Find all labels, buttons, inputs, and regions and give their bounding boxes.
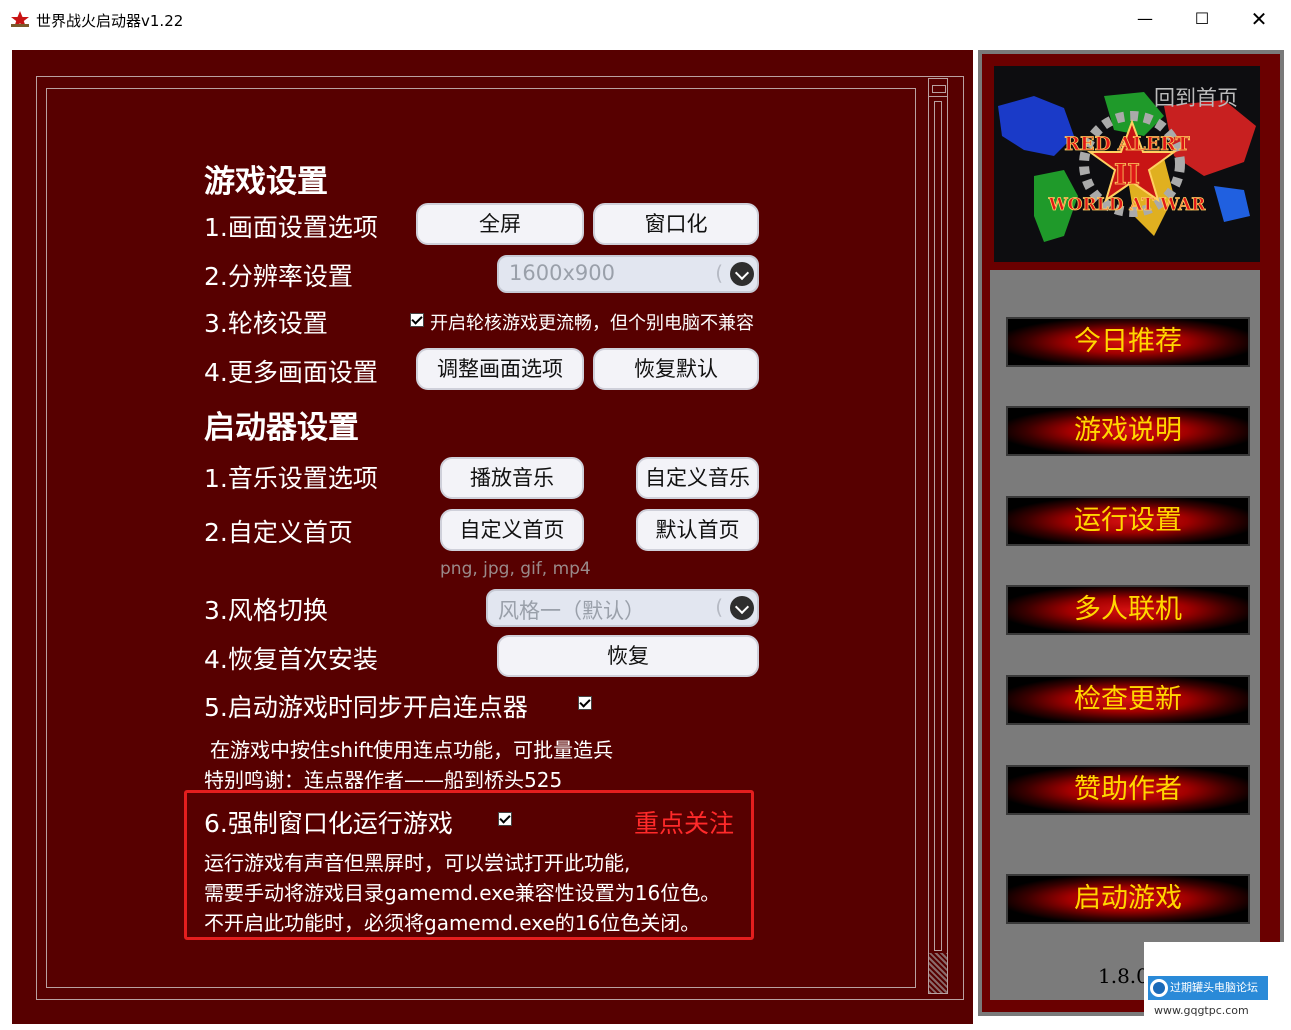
style-select[interactable]: 风格一（默认） ( [486,589,759,627]
window-title: 世界战火启动器v1.22 [36,12,184,30]
app-star-icon [11,11,29,27]
resolution-select[interactable]: 1600x900 ( [497,255,759,293]
force-window-label: 6.强制窗口化运行游戏 [204,809,453,838]
forum-logo-icon [1150,979,1168,997]
restore-default-button[interactable]: 恢复默认 [593,348,759,390]
wheel-checkbox[interactable] [410,313,424,327]
custom-music-button[interactable]: 自定义音乐 [636,457,759,499]
play-music-button[interactable]: 播放音乐 [440,457,584,499]
style-label: 3.风格切换 [204,596,328,625]
more-display-label: 4.更多画面设置 [204,358,378,387]
today-recommend-button[interactable]: 今日推荐 [1006,317,1250,367]
force-window-checkbox[interactable] [498,812,512,826]
scroll-up-button[interactable] [929,79,947,97]
force-window-desc-2: 需要手动将游戏目录gamemd.exe兼容性设置为16位色。 [204,881,721,905]
style-value: 风格一（默认） [498,599,645,623]
default-homepage-button[interactable]: 默认首页 [636,509,759,551]
chevron-down-icon[interactable] [730,262,754,286]
music-label: 1.音乐设置选项 [204,464,378,493]
autoclicker-label: 5.启动游戏时同步开启连点器 [204,693,528,722]
homepage-format-hint: png, jpg, gif, mp4 [440,559,591,579]
select-bracket: ( [715,261,723,285]
sidebar: RED ALERT II WORLD AT WAR 回到首页 今日推荐 游戏说明… [978,50,1284,1016]
multiplayer-button[interactable]: 多人联机 [1006,585,1250,635]
scroll-track[interactable] [934,101,942,951]
title-bar: 世界战火启动器v1.22 — ☐ ✕ [0,0,1291,40]
homepage-label: 2.自定义首页 [204,518,353,547]
scroll-thumb[interactable] [929,953,947,993]
wheel-label: 3.轮核设置 [204,309,328,338]
sponsor-button[interactable]: 赞助作者 [1006,765,1250,815]
maximize-button[interactable]: ☐ [1173,0,1231,40]
launcher-settings-heading: 启动器设置 [204,410,359,446]
autoclicker-credit: 特别鸣谢：连点器作者——船到桥头525 [204,768,563,792]
game-settings-heading: 游戏设置 [204,164,328,200]
restore-install-button[interactable]: 恢复 [497,635,759,677]
game-banner[interactable]: RED ALERT II WORLD AT WAR 回到首页 [994,66,1260,262]
scrollbar[interactable] [928,78,948,994]
banner-title-3: WORLD AT WAR [1048,195,1207,215]
home-link[interactable]: 回到首页 [1154,82,1238,112]
resolution-value: 1600x900 [509,261,615,285]
watermark: 过期罐头电脑论坛 www.gqgtpc.com [1144,942,1291,1030]
autoclicker-checkbox[interactable] [578,696,592,710]
wheel-checkbox-text: 开启轮核游戏更流畅，但个别电脑不兼容 [430,313,754,334]
display-label: 1.画面设置选项 [204,213,378,242]
close-button[interactable]: ✕ [1230,0,1288,40]
game-guide-button[interactable]: 游戏说明 [1006,406,1250,456]
resolution-label: 2.分辨率设置 [204,262,353,291]
fullscreen-button[interactable]: 全屏 [416,203,584,245]
important-note: 重点关注 [634,809,735,838]
force-window-desc-3: 不开启此功能时，必须将gamemd.exe的16位色关闭。 [204,911,701,935]
check-update-button[interactable]: 检查更新 [1006,675,1250,725]
adjust-display-button[interactable]: 调整画面选项 [416,348,584,390]
windowed-button[interactable]: 窗口化 [593,203,759,245]
chevron-down-icon[interactable] [730,596,754,620]
autoclicker-note: 在游戏中按住shift使用连点功能，可批量造兵 [210,738,614,762]
settings-panel: 游戏设置 1.画面设置选项 全屏 窗口化 2.分辨率设置 1600x900 ( … [12,50,973,1024]
custom-homepage-button[interactable]: 自定义首页 [440,509,584,551]
reinstall-label: 4.恢复首次安装 [204,645,378,674]
banner-title-2: II [1114,158,1140,191]
launch-game-button[interactable]: 启动游戏 [1006,874,1250,924]
run-settings-button[interactable]: 运行设置 [1006,496,1250,546]
force-window-desc-1: 运行游戏有声音但黑屏时，可以尝试打开此功能, [204,851,631,875]
banner-title-1: RED ALERT [1064,133,1190,155]
watermark-url: www.gqgtpc.com [1154,1004,1249,1017]
select-bracket: ( [715,595,723,619]
minimize-button[interactable]: — [1116,0,1174,40]
version-label: 1.8.0 [1098,964,1149,988]
